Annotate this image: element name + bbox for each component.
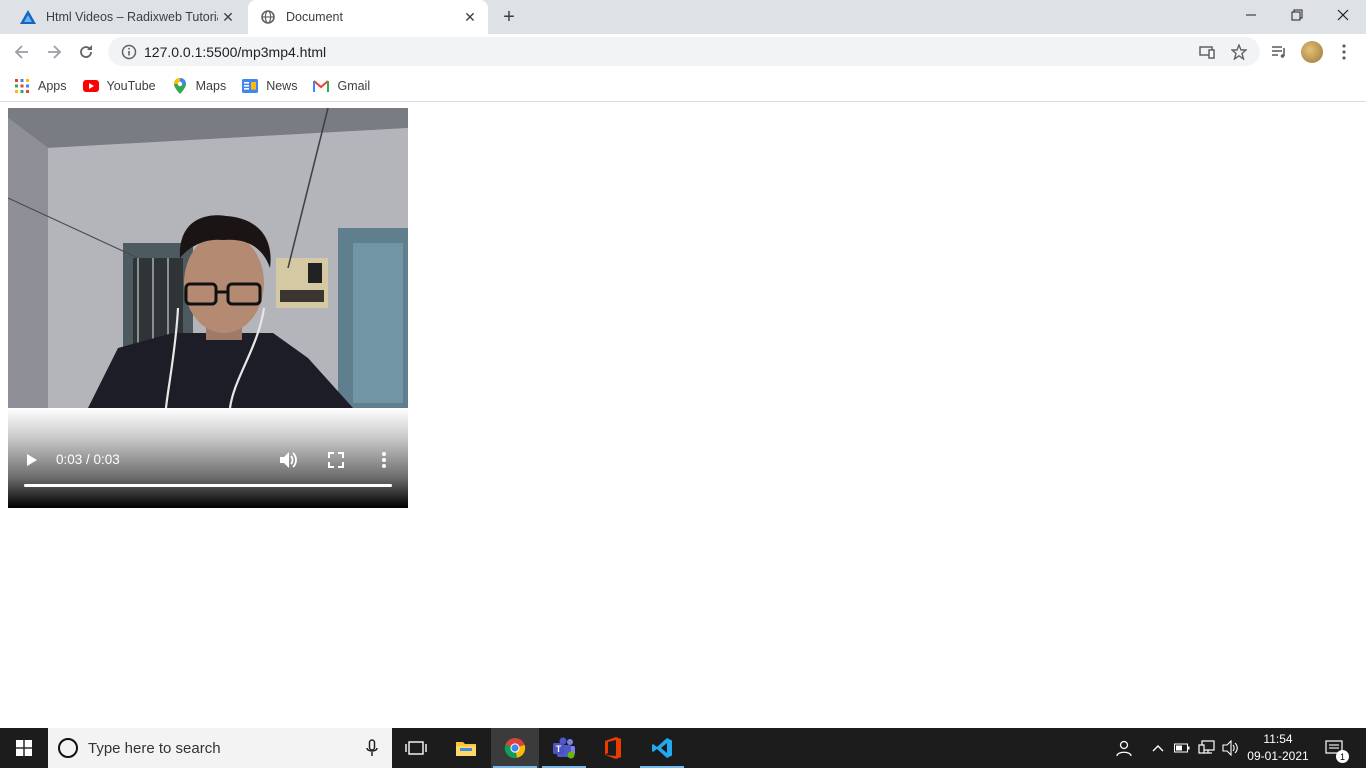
bookmark-star-icon[interactable] bbox=[1228, 41, 1250, 63]
youtube-icon bbox=[82, 78, 99, 94]
bookmark-apps[interactable]: Apps bbox=[14, 78, 67, 94]
more-vert-icon bbox=[1342, 44, 1346, 60]
back-button[interactable] bbox=[8, 38, 36, 66]
new-tab-button[interactable]: + bbox=[498, 6, 520, 28]
tab-html-videos[interactable]: Html Videos – Radixweb Tutorial ✕ bbox=[8, 0, 246, 34]
bookmark-label: Maps bbox=[195, 78, 227, 93]
bookmark-label: News bbox=[266, 78, 298, 93]
notification-badge: 1 bbox=[1336, 750, 1349, 763]
url-text[interactable]: 127.0.0.1:5500/mp3mp4.html bbox=[144, 44, 326, 60]
volume-button[interactable] bbox=[278, 450, 298, 470]
network-icon bbox=[1198, 740, 1215, 754]
address-bar[interactable]: 127.0.0.1:5500/mp3mp4.html bbox=[108, 37, 1260, 66]
vscode-taskbar-button[interactable] bbox=[638, 728, 686, 768]
more-vert-icon bbox=[382, 452, 386, 468]
teams-taskbar-button[interactable]: T bbox=[540, 728, 588, 768]
close-window-button[interactable] bbox=[1320, 0, 1366, 30]
show-hidden-icons-button[interactable] bbox=[1148, 728, 1168, 768]
video-player[interactable]: 0:03 / 0:03 bbox=[8, 108, 408, 508]
bookmark-label: Apps bbox=[38, 78, 67, 93]
playlist-icon bbox=[1272, 46, 1285, 58]
cortana-icon bbox=[58, 738, 78, 758]
tab-title: Document bbox=[286, 10, 343, 24]
chevron-up-icon bbox=[1152, 745, 1164, 752]
cast-icon[interactable] bbox=[1196, 41, 1218, 63]
teams-icon: T bbox=[553, 737, 575, 759]
video-frame bbox=[8, 108, 408, 408]
windows-start-icon bbox=[16, 740, 32, 756]
file-explorer-button[interactable] bbox=[442, 728, 490, 768]
fullscreen-icon bbox=[328, 452, 344, 468]
tab-document[interactable]: Document ✕ bbox=[248, 0, 488, 34]
clock-date[interactable]: 09-01-2021 bbox=[1244, 749, 1312, 763]
gmail-icon bbox=[313, 78, 330, 94]
minimize-button[interactable] bbox=[1228, 0, 1274, 30]
google-news-icon bbox=[242, 78, 259, 94]
microphone-icon[interactable] bbox=[366, 739, 378, 757]
fullscreen-button[interactable] bbox=[326, 450, 346, 470]
bookmark-maps[interactable]: Maps bbox=[172, 77, 227, 94]
svg-text:T: T bbox=[556, 744, 562, 754]
apps-grid-icon bbox=[14, 78, 30, 94]
profile-avatar[interactable] bbox=[1298, 38, 1326, 66]
bookmark-news[interactable]: News bbox=[242, 78, 297, 94]
video-progress-bar[interactable] bbox=[24, 484, 392, 487]
network-button[interactable] bbox=[1196, 728, 1218, 768]
people-button[interactable] bbox=[1110, 728, 1138, 768]
bookmark-gmail[interactable]: Gmail bbox=[313, 78, 370, 94]
clock-time[interactable]: 11:54 bbox=[1244, 732, 1312, 746]
office-taskbar-button[interactable] bbox=[589, 728, 637, 768]
people-icon bbox=[1116, 740, 1132, 757]
task-view-icon bbox=[405, 741, 427, 755]
speaker-icon bbox=[1222, 740, 1238, 756]
volume-icon bbox=[280, 452, 297, 468]
chrome-taskbar-button[interactable] bbox=[491, 728, 539, 768]
video-time: 0:03 / 0:03 bbox=[56, 452, 120, 467]
taskbar-search[interactable]: Type here to search bbox=[48, 728, 392, 768]
browser-chrome: Html Videos – Radixweb Tutorial ✕ Docume… bbox=[0, 0, 1366, 103]
office-icon bbox=[605, 737, 621, 759]
reload-button[interactable] bbox=[72, 38, 100, 66]
bookmark-youtube[interactable]: YouTube bbox=[82, 78, 156, 94]
video-more-button[interactable] bbox=[374, 450, 394, 470]
arrow-right-icon bbox=[48, 45, 62, 59]
volume-tray-button[interactable] bbox=[1220, 728, 1242, 768]
arrow-left-icon bbox=[14, 45, 28, 59]
info-icon[interactable] bbox=[114, 44, 144, 60]
taskbar: Type here to search T 11:54 09-01-2021 1 bbox=[0, 728, 1366, 768]
play-icon bbox=[27, 454, 37, 466]
restore-button[interactable] bbox=[1274, 0, 1320, 30]
close-tab-icon[interactable]: ✕ bbox=[218, 7, 238, 27]
play-button[interactable] bbox=[22, 450, 42, 470]
bookmark-label: Gmail bbox=[337, 78, 371, 93]
vscode-icon bbox=[652, 738, 672, 758]
file-explorer-icon bbox=[456, 742, 476, 756]
start-button[interactable] bbox=[0, 728, 48, 768]
reload-icon bbox=[80, 45, 92, 58]
video-progress-fill bbox=[24, 484, 392, 487]
close-tab-icon[interactable]: ✕ bbox=[460, 7, 480, 27]
radixweb-logo-icon bbox=[20, 9, 36, 25]
browser-toolbar: 127.0.0.1:5500/mp3mp4.html bbox=[0, 34, 1366, 70]
globe-icon bbox=[260, 9, 276, 25]
avatar bbox=[1301, 41, 1323, 63]
action-center-button[interactable]: 1 bbox=[1316, 728, 1352, 768]
tab-strip: Html Videos – Radixweb Tutorial ✕ Docume… bbox=[0, 0, 1366, 34]
battery-button[interactable] bbox=[1172, 728, 1192, 768]
task-view-button[interactable] bbox=[394, 728, 438, 768]
maps-pin-icon bbox=[172, 77, 188, 94]
search-placeholder: Type here to search bbox=[88, 739, 221, 757]
bookmark-label: YouTube bbox=[106, 78, 156, 93]
chrome-icon bbox=[504, 738, 526, 759]
bookmarks-bar: Apps YouTube Maps News Gmail bbox=[0, 70, 1366, 102]
battery-icon bbox=[1174, 743, 1190, 753]
media-controls-button[interactable] bbox=[1265, 38, 1293, 66]
tab-title: Html Videos – Radixweb Tutorial bbox=[46, 10, 218, 24]
menu-button[interactable] bbox=[1330, 38, 1358, 66]
forward-button[interactable] bbox=[40, 38, 68, 66]
video-controls: 0:03 / 0:03 bbox=[8, 408, 408, 508]
